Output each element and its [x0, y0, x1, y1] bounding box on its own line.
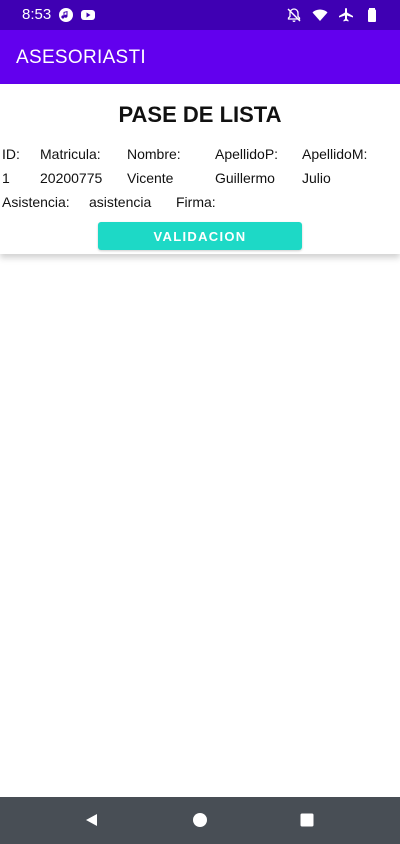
header-apellido-p: ApellidoP: [215, 146, 279, 162]
asistencia-value: asistencia [89, 194, 152, 210]
row-nombre: Vicente [127, 170, 174, 186]
music-icon [58, 7, 74, 23]
header-id: ID: [2, 146, 20, 162]
attendance-card: PASE DE LISTA ID: Matricula: Nombre: Ape… [0, 84, 400, 254]
back-icon[interactable] [84, 812, 100, 833]
app-bar: ASESORIASTI [0, 30, 400, 84]
header-apellido-m: ApellidoM: [302, 146, 368, 162]
battery-icon [364, 7, 380, 23]
wifi-icon [312, 7, 328, 23]
app-title: ASESORIASTI [16, 47, 147, 68]
recents-icon[interactable] [299, 812, 315, 833]
youtube-icon [80, 7, 96, 23]
row-apellido-m: Julio [302, 170, 331, 186]
header-nombre: Nombre: [127, 146, 181, 162]
home-icon[interactable] [192, 812, 208, 833]
firma-label: Firma: [176, 194, 216, 210]
asistencia-label: Asistencia: [2, 194, 70, 210]
header-matricula: Matricula: [40, 146, 101, 162]
status-time: 8:53 [22, 6, 52, 23]
airplane-icon [338, 7, 354, 23]
row-apellido-p: Guillermo [215, 170, 275, 186]
status-left-icons [58, 7, 96, 23]
notifications-off-icon [286, 7, 302, 23]
status-right-icons [286, 7, 380, 23]
validate-button[interactable]: VALIDACION [98, 222, 302, 250]
nav-bar [0, 797, 400, 844]
row-matricula: 20200775 [40, 170, 103, 186]
status-bar: 8:53 [0, 0, 400, 30]
row-id: 1 [2, 170, 10, 186]
page-title: PASE DE LISTA [118, 102, 282, 127]
